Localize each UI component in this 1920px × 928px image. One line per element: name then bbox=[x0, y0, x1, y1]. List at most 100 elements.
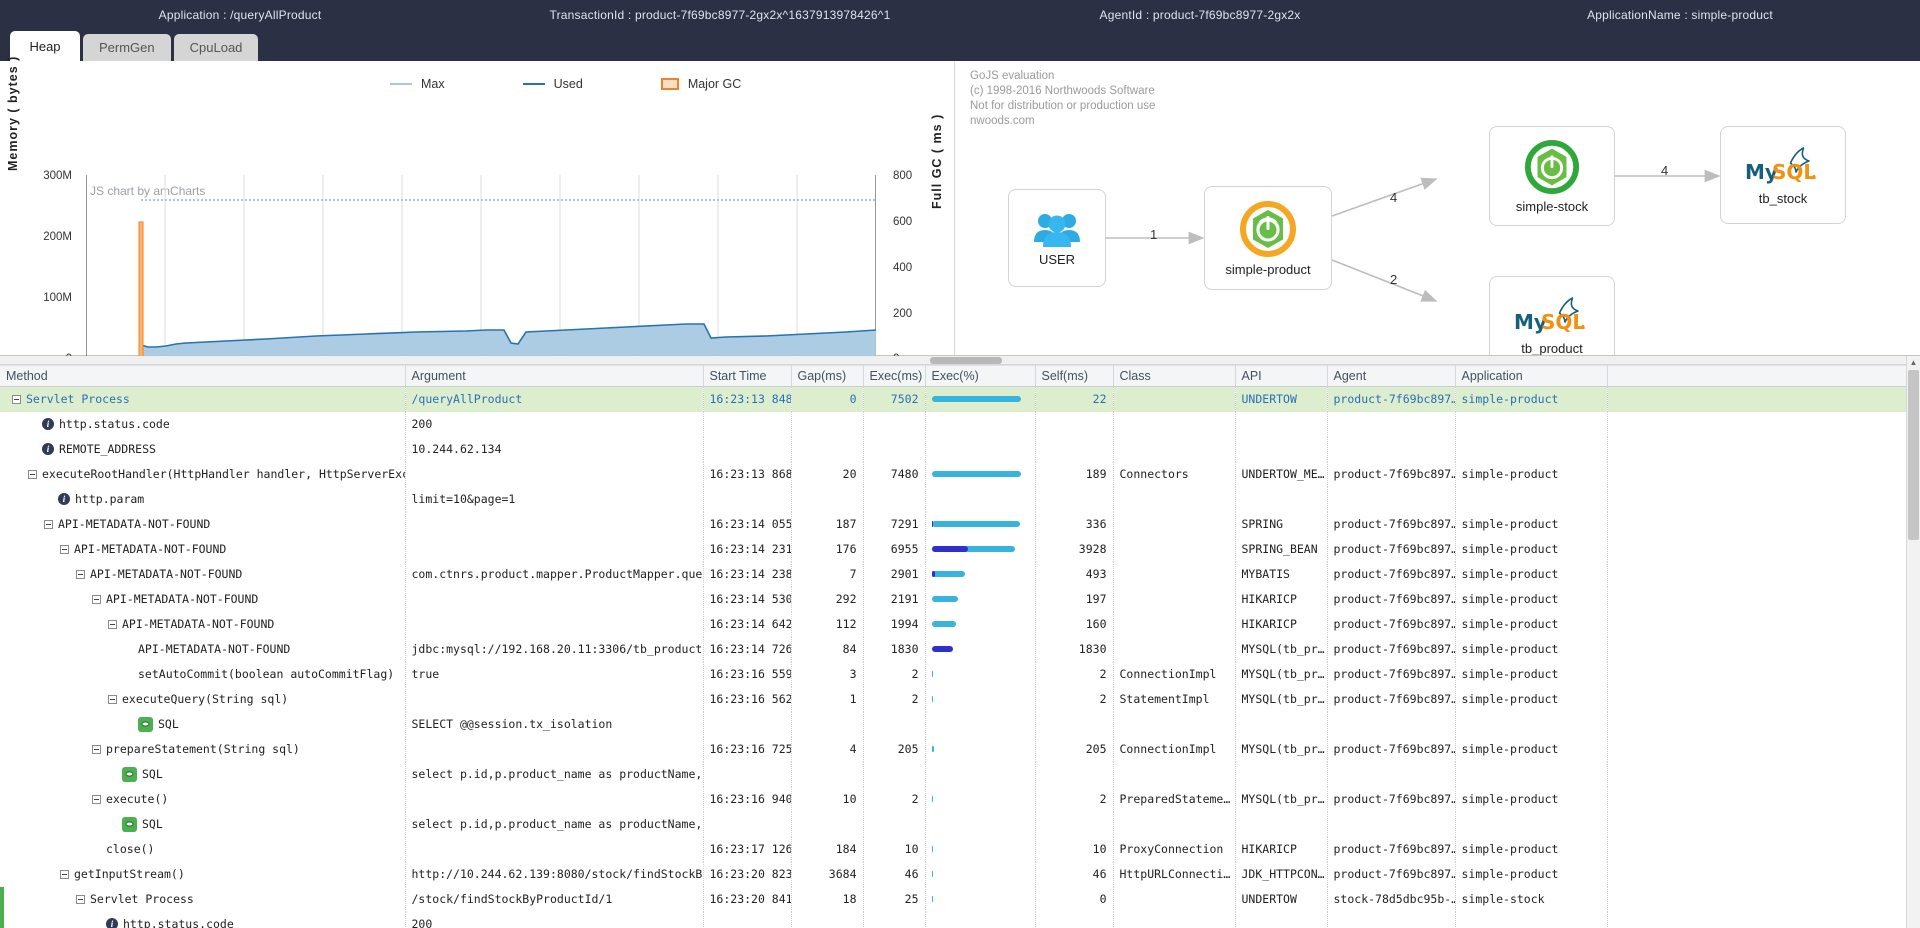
diagram-node-tb-stock[interactable]: My SQL tb_stock bbox=[1720, 126, 1846, 224]
col-application[interactable]: Application bbox=[1455, 365, 1608, 387]
cell-argument: true bbox=[405, 661, 704, 687]
table-row[interactable]: close() 16:23:17 126 184 10 10 ProxyConnectio… bbox=[0, 836, 1915, 862]
cell-self-ms: 22 bbox=[1035, 386, 1114, 412]
tree-collapse-icon[interactable] bbox=[28, 469, 37, 479]
tree-collapse-icon[interactable] bbox=[76, 894, 85, 904]
diagram-node-user[interactable]: USER bbox=[1008, 189, 1106, 287]
table-row[interactable]: executeRootHandler(HttpHandler handler, … bbox=[0, 461, 1915, 487]
tree-collapse-icon[interactable] bbox=[76, 569, 85, 579]
cell-method: i REMOTE_ADDRESS bbox=[0, 436, 406, 462]
tree-collapse-icon[interactable] bbox=[60, 869, 69, 879]
top-header: Application : /queryAllProduct Transacti… bbox=[0, 0, 1920, 30]
table-row[interactable]: API-METADATA-NOT-FOUND com.ctnrs.product.… bbox=[0, 561, 1915, 587]
table-row[interactable]: SQL SELECT @@session.tx_isolation bbox=[0, 711, 1915, 737]
col-gap-ms[interactable]: Gap(ms) bbox=[791, 365, 864, 387]
table-row[interactable]: i http.status.code 200 bbox=[0, 411, 1915, 437]
col-exec-pct[interactable]: Exec(%) bbox=[925, 365, 1036, 387]
horizontal-scrollbar-thumb[interactable] bbox=[930, 357, 1002, 364]
exec-bar-segment bbox=[932, 596, 958, 602]
cell-argument: /stock/findStockByProductId/1 bbox=[405, 886, 704, 912]
tree-collapse-icon[interactable] bbox=[92, 744, 101, 754]
col-class[interactable]: Class bbox=[1113, 365, 1236, 387]
cell-class bbox=[1113, 486, 1236, 512]
horizontal-scrollbar[interactable] bbox=[0, 356, 1920, 365]
col-start-time[interactable]: Start Time bbox=[703, 365, 792, 387]
tree-collapse-icon[interactable] bbox=[92, 594, 101, 604]
table-row[interactable]: execute() 16:23:16 940 10 2 2 PreparedStateme… bbox=[0, 786, 1915, 812]
legend-item-max[interactable]: Max bbox=[390, 77, 445, 91]
vertical-scrollbar-thumb[interactable] bbox=[1908, 370, 1919, 540]
vertical-scrollbar[interactable]: ▲ ▼ bbox=[1906, 356, 1920, 928]
y-tick-left-0: 300M bbox=[43, 170, 72, 182]
header-application-name: ApplicationName : simple-product bbox=[1587, 8, 1773, 22]
table-row[interactable]: API-METADATA-NOT-FOUND jdbc:mysql://192.1… bbox=[0, 636, 1915, 662]
table-row[interactable]: getInputStream() http://10.244.62.139:808… bbox=[0, 861, 1915, 887]
chart-legend: Max Used Major GC bbox=[390, 77, 741, 91]
cell-exec-percent-bar bbox=[925, 586, 1036, 612]
legend-item-major-gc[interactable]: Major GC bbox=[660, 77, 742, 91]
col-self-ms[interactable]: Self(ms) bbox=[1035, 365, 1114, 387]
diagram-node-label-simple-product: simple-product bbox=[1225, 261, 1311, 277]
legend-item-used[interactable]: Used bbox=[522, 77, 583, 91]
table-row[interactable]: API-METADATA-NOT-FOUND 16:23:14 642 112 199… bbox=[0, 611, 1915, 637]
diagram-node-tb-product[interactable]: My SQL tb_product bbox=[1489, 276, 1615, 355]
tree-collapse-icon[interactable] bbox=[60, 544, 69, 554]
table-row[interactable]: API-METADATA-NOT-FOUND 16:23:14 231 176 695… bbox=[0, 536, 1915, 562]
table-row[interactable]: Servlet Process/queryAllProduct 16:23:13 … bbox=[0, 386, 1915, 412]
exec-percent-bar bbox=[931, 746, 1029, 752]
chart-plot-area bbox=[86, 175, 876, 359]
col-api[interactable]: API bbox=[1235, 365, 1328, 387]
service-map-diagram[interactable]: GoJS evaluation (c) 1998-2016 Northwoods… bbox=[956, 61, 1920, 355]
tree-collapse-icon[interactable] bbox=[108, 619, 117, 629]
cell-gap-ms: 20 bbox=[791, 461, 864, 487]
tab-cpuload[interactable]: CpuLoad bbox=[173, 34, 259, 61]
tab-heap[interactable]: Heap bbox=[10, 31, 80, 61]
table-row[interactable]: executeQuery(String sql) 16:23:16 562 1 2 2 S… bbox=[0, 686, 1915, 712]
cell-start-time: 16:23:14 530 bbox=[703, 586, 792, 612]
table-row[interactable]: SQL select p.id,p.product_name as product… bbox=[0, 761, 1915, 787]
cell-api: UNDERTOW bbox=[1235, 386, 1328, 412]
cell-method: executeRootHandler(HttpHandler handler, … bbox=[0, 461, 406, 487]
table-row[interactable]: Servlet Process/stock/findStockByProduct… bbox=[0, 886, 1915, 912]
exec-bar-segment bbox=[931, 846, 933, 852]
cell-filler bbox=[1607, 486, 1915, 512]
table-row[interactable]: API-METADATA-NOT-FOUND 16:23:14 055 187 729… bbox=[0, 511, 1915, 537]
cell-exec-percent-bar bbox=[925, 786, 1036, 812]
table-row[interactable]: i http.param limit=10&page=1 bbox=[0, 486, 1915, 512]
scroll-up-icon[interactable]: ▲ bbox=[1907, 356, 1920, 369]
exec-bar-segment bbox=[932, 621, 956, 627]
legend-label-major-gc: Major GC bbox=[687, 77, 742, 91]
diagram-node-simple-stock[interactable]: simple-stock bbox=[1489, 126, 1615, 226]
tree-collapse-icon[interactable] bbox=[44, 519, 53, 529]
col-argument[interactable]: Argument bbox=[405, 365, 704, 387]
exec-bar-segment bbox=[932, 521, 1020, 527]
legend-swatch-used bbox=[522, 83, 545, 85]
col-method[interactable]: Method bbox=[0, 365, 406, 387]
table-row[interactable]: API-METADATA-NOT-FOUND 16:23:14 530 292 219… bbox=[0, 586, 1915, 612]
cell-gap-ms: 187 bbox=[791, 511, 864, 537]
col-agent[interactable]: Agent bbox=[1327, 365, 1456, 387]
cell-exec-ms: 205 bbox=[863, 736, 926, 762]
table-row[interactable]: setAutoCommit(boolean autoCommitFlag) tru… bbox=[0, 661, 1915, 687]
cell-gap-ms: 4 bbox=[791, 736, 864, 762]
tab-permgen[interactable]: PermGen bbox=[83, 34, 171, 61]
cell-start-time: 16:23:14 642 bbox=[703, 611, 792, 637]
col-exec-ms[interactable]: Exec(ms) bbox=[863, 365, 926, 387]
cell-method: i http.status.code bbox=[0, 411, 406, 437]
tree-collapse-icon[interactable] bbox=[12, 394, 21, 404]
table-row[interactable]: i http.status.code 200 bbox=[0, 911, 1915, 928]
cell-argument: 10.244.62.134 bbox=[405, 436, 704, 462]
table-row[interactable]: prepareStatement(String sql) 16:23:16 725… bbox=[0, 736, 1915, 762]
tree-collapse-icon[interactable] bbox=[92, 794, 101, 804]
table-row[interactable]: SQL select p.id,p.product_name as product… bbox=[0, 811, 1915, 837]
cell-exec-ms bbox=[863, 486, 926, 512]
legend-label-max: Max bbox=[421, 77, 445, 91]
table-row[interactable]: i REMOTE_ADDRESS 10.244.62.134 bbox=[0, 436, 1915, 462]
cell-self-ms: 205 bbox=[1035, 736, 1114, 762]
cell-gap-ms: 18 bbox=[791, 886, 864, 912]
tree-collapse-icon[interactable] bbox=[108, 694, 117, 704]
exec-percent-bar bbox=[932, 921, 1029, 927]
cell-gap-ms bbox=[791, 711, 864, 737]
diagram-node-simple-product[interactable]: simple-product bbox=[1204, 186, 1332, 290]
